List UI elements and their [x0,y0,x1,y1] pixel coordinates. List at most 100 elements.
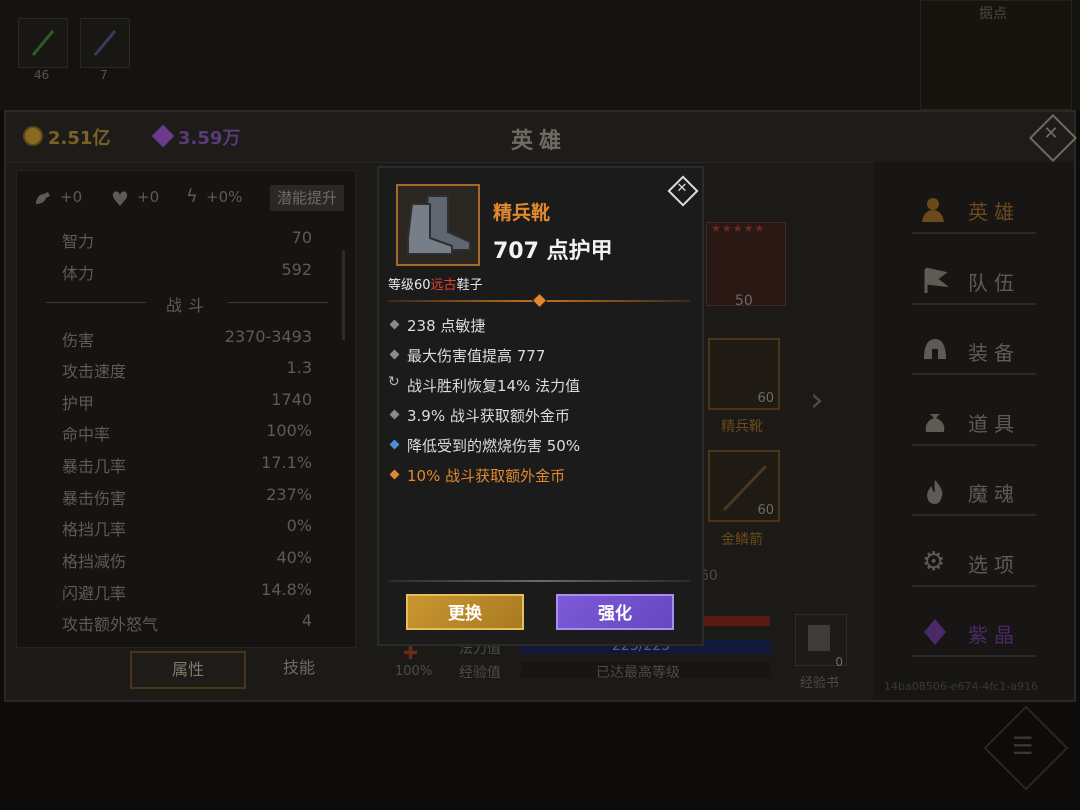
diamond-bullet-icon [389,319,400,330]
flag-icon [924,267,948,293]
nav-crystal[interactable]: 紫晶 [912,609,1036,657]
replace-button[interactable]: 更换 [406,594,524,630]
stat-row: 体力 592 [62,260,312,290]
stat-label: 格挡减伤 [62,552,127,571]
nav-items[interactable]: 道具 [912,398,1036,446]
nav-label: 选项 [968,553,1020,577]
tab-attributes[interactable]: 属性 [130,651,246,689]
map-label: 据点 [979,6,1007,22]
equip-slot-arrow[interactable]: 60 [708,450,780,522]
quill-icon [93,30,117,56]
item-type: 鞋子 [456,278,483,293]
stat-row: 伤害 2370-3493 [62,327,312,357]
nav-label: 英雄 [968,200,1020,224]
item-subtitle: 等级60远古鞋子 [388,274,483,293]
stat-row: 闪避几率 14.8% [62,580,312,610]
flame-icon [927,480,943,504]
top-slot-count: 46 [34,68,50,82]
stat-value: 100% [266,421,312,440]
divider [228,302,328,303]
minimap[interactable]: 据点 [920,0,1072,110]
stat-row: 攻击额外怒气 4 [62,611,312,641]
affix-text: 战斗胜利恢复14% 法力值 [407,377,581,395]
tab-skills[interactable]: 技能 [244,651,354,685]
exp-book-slot[interactable]: 0 [795,614,847,669]
stat-value: 237% [266,485,312,504]
stat-value: 1.3 [286,358,312,377]
hero-icon [922,198,944,222]
stat-value: 0% [286,516,312,535]
crystal-icon [924,619,946,645]
stat-row: 攻击速度 1.3 [62,358,312,388]
menu-list-icon: ☰ [1012,732,1034,760]
boots-icon [407,195,471,255]
stat-value: 17.1% [261,453,312,472]
affix-row: 3.9% 战斗获取额外金币 [388,405,698,431]
stat-label: 暴击几率 [62,457,127,476]
nav-team[interactable]: 队伍 [912,257,1036,305]
stat-label: 体力 [62,264,95,283]
slot-level: 60 [757,503,774,518]
stat-row: 暴击几率 17.1% [62,453,312,483]
gear-icon: ⚙ [922,547,946,577]
nav-soul[interactable]: 魔魂 [912,468,1036,516]
star-rating-icon: ★★★★★ [711,222,766,235]
affix-text: 3.9% 战斗获取额外金币 [407,407,570,425]
health-bar-fill [704,616,770,626]
next-arrow-icon[interactable]: › [810,380,824,420]
item-rarity: 远古 [430,278,457,293]
stats-scrollbar[interactable] [342,250,345,340]
affix-row: 10% 战斗获取额外金币 [388,465,698,491]
diamond-bullet-icon [389,349,400,360]
cycle-icon: ↻ [388,374,400,390]
stat-row: 格挡减伤 40% [62,548,312,578]
top-slot-sword[interactable] [18,18,68,68]
tooltip-close-button[interactable]: ✕ [667,175,699,207]
stat-value: 40% [276,548,312,567]
stat-label: 闪避几率 [62,584,127,603]
slot-level: 60 [757,391,774,406]
affix-row: 降低受到的燃烧伤害 50% [388,435,698,461]
top-slot-quill[interactable] [80,18,130,68]
stat-label: 攻击速度 [62,362,127,381]
boost-speed: +0% [206,188,243,206]
affix-row: ↻ 战斗胜利恢复14% 法力值 [388,374,698,401]
stat-value: 592 [281,260,312,279]
nav-equipment[interactable]: 装备 [912,327,1036,375]
affix-text: 最大伤害值提高 777 [407,347,546,365]
stat-row: 护甲 1740 [62,390,312,420]
stat-row: 格挡几率 0% [62,516,312,546]
close-button[interactable]: ✕ [1028,113,1078,163]
hero-portrait[interactable]: ★★★★★ 50 [706,222,786,309]
upgrade-button[interactable]: 强化 [556,594,674,630]
affix-text: 238 点敏捷 [407,317,486,335]
sword-icon [31,30,55,56]
stat-value: 70 [291,228,312,247]
section-title: 战斗 [166,296,211,315]
potential-button[interactable]: 潜能提升 [270,185,344,211]
nav-label: 队伍 [968,271,1020,295]
stat-value: 1740 [271,390,312,409]
top-background [0,0,1080,110]
boost-health: +0 [137,188,160,206]
gem-amount: 3.59万 [178,128,241,149]
affix-row: 最大伤害值提高 777 [388,345,698,371]
stat-row: 命中率 100% [62,421,312,451]
nav-label: 紫晶 [968,623,1020,647]
stat-label: 护甲 [62,394,95,413]
equip-slot-boots[interactable]: 60 [708,338,780,410]
diamond-bullet-icon [389,409,400,420]
stat-label: 命中率 [62,425,111,444]
nav-hero[interactable]: 英雄 [912,186,1036,234]
stat-row: 暴击伤害 237% [62,485,312,515]
boost-strength: +0 [60,188,83,206]
stat-label: 攻击额外怒气 [62,615,159,634]
helmet-icon [924,339,946,359]
stat-label: 伤害 [62,331,95,350]
slot-name: 金鳞箭 [721,532,763,548]
exp-value: 已达最高等级 [596,665,680,681]
exp-label: 经验值 [459,665,501,681]
affix-text: 降低受到的燃烧伤害 50% [407,437,581,455]
nav-options[interactable]: ⚙ 选项 [912,539,1036,587]
stat-label: 智力 [62,232,95,251]
